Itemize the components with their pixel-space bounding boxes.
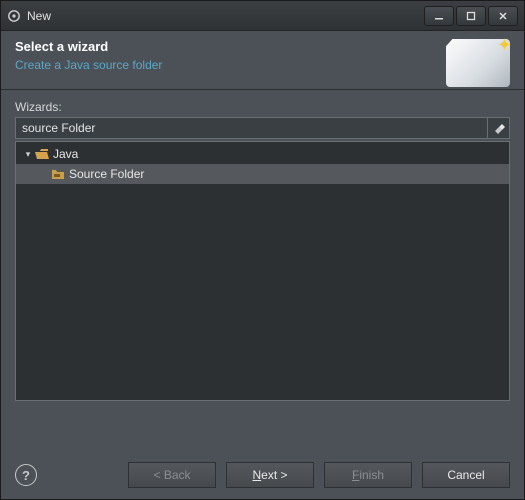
window-controls: [422, 6, 518, 26]
close-button[interactable]: [488, 6, 518, 26]
help-button[interactable]: ?: [15, 464, 37, 486]
wizard-filter-input[interactable]: [15, 117, 488, 139]
source-folder-icon: [50, 166, 66, 182]
dialog-window: New Select a wizard Create a Java source…: [0, 0, 525, 500]
titlebar[interactable]: New: [1, 1, 524, 31]
minimize-button[interactable]: [424, 6, 454, 26]
next-button[interactable]: Next >: [226, 462, 314, 488]
back-button[interactable]: < Back: [128, 462, 216, 488]
window-title: New: [27, 9, 422, 23]
new-star-icon: ✦: [497, 35, 512, 56]
folder-open-icon: [34, 146, 50, 162]
eraser-icon: [493, 122, 505, 134]
collapse-arrow-icon[interactable]: ▾: [22, 149, 34, 160]
wizard-banner: Select a wizard Create a Java source fol…: [1, 31, 524, 89]
cancel-button[interactable]: Cancel: [422, 462, 510, 488]
tree-group-java[interactable]: ▾ Java: [16, 144, 509, 164]
clear-filter-button[interactable]: [488, 117, 510, 139]
banner-title: Select a wizard: [15, 39, 445, 54]
button-bar: ? < Back Next > Finish Cancel: [1, 451, 524, 499]
maximize-button[interactable]: [456, 6, 486, 26]
app-icon: [7, 9, 21, 23]
tree-item-label: Source Folder: [69, 167, 144, 181]
wizards-label: Wizards:: [15, 100, 510, 114]
banner-subtitle: Create a Java source folder: [15, 58, 445, 72]
finish-button[interactable]: Finish: [324, 462, 412, 488]
content-area: Wizards: ▾ Java Source Folder: [1, 89, 524, 451]
tree-item-source-folder[interactable]: Source Folder: [16, 164, 509, 184]
wizard-tree[interactable]: ▾ Java Source Folder: [15, 141, 510, 401]
banner-image: ✦: [445, 39, 510, 89]
tree-group-label: Java: [53, 147, 78, 161]
